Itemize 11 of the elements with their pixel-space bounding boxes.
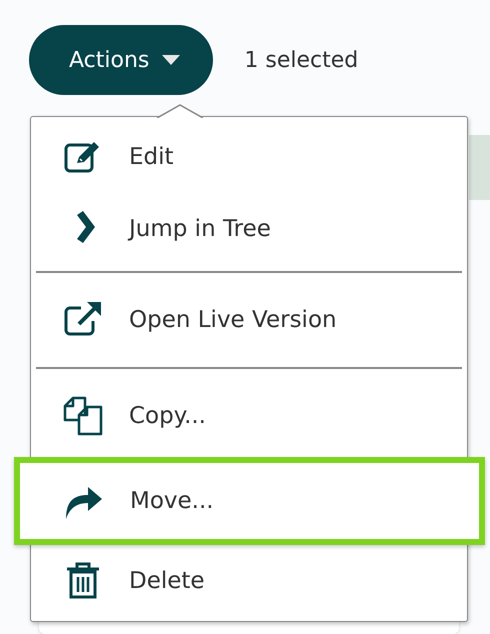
actions-button[interactable]: Actions	[29, 25, 214, 95]
caret-icon	[161, 54, 182, 66]
menu-item[interactable]: Move...	[14, 457, 485, 545]
menu-item[interactable]: Open Live Version	[36, 279, 462, 361]
menu-item[interactable]: Copy...	[36, 375, 462, 457]
panel-background	[469, 135, 490, 200]
selection-count: 1 selected	[244, 48, 358, 72]
copy-icon	[63, 396, 103, 436]
menu-item[interactable]: Jump in Tree	[36, 193, 462, 265]
menu-item[interactable]: Edit	[36, 121, 462, 193]
menu-item[interactable]: Delete	[36, 545, 462, 617]
